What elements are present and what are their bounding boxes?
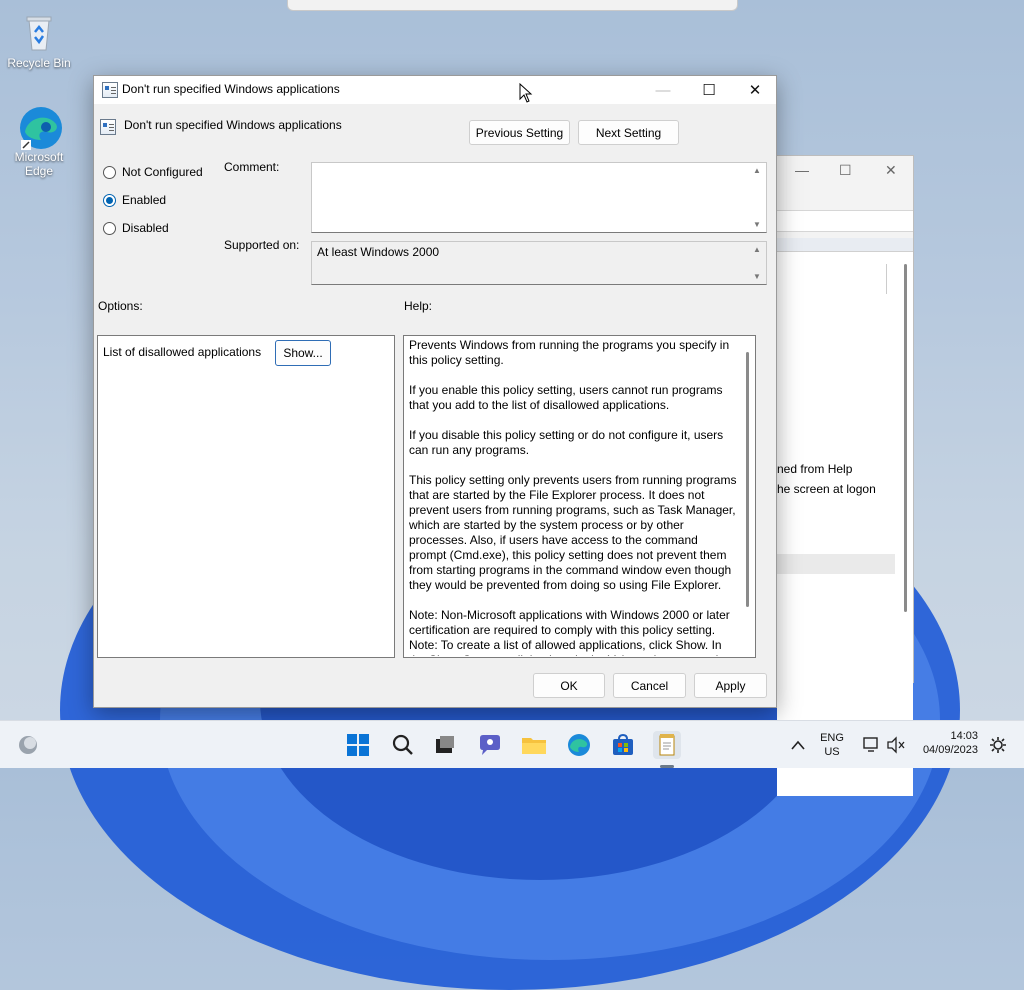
background-selected-row[interactable] bbox=[777, 554, 895, 574]
notification-settings-icon[interactable] bbox=[984, 731, 1012, 759]
help-paragraph: If you enable this policy setting, users… bbox=[409, 383, 723, 412]
scroll-down-icon[interactable]: ▼ bbox=[753, 220, 761, 229]
desktop-icon-recycle-bin[interactable]: Recycle Bin bbox=[4, 10, 74, 70]
apply-button[interactable]: Apply bbox=[694, 673, 767, 698]
recycle-bin-icon bbox=[17, 10, 61, 54]
store-icon[interactable] bbox=[609, 731, 637, 759]
background-minimize-button[interactable]: — bbox=[795, 162, 809, 178]
chevron-up-icon[interactable] bbox=[784, 731, 812, 759]
background-column-divider bbox=[886, 264, 887, 294]
desktop-icon-label: Recycle Bin bbox=[7, 56, 71, 70]
supported-on-label: Supported on: bbox=[224, 238, 300, 252]
background-editor-window[interactable]: — ☐ ✕ ned from Help he screen at logon bbox=[776, 155, 914, 796]
background-window-titlebar[interactable]: — ☐ ✕ bbox=[777, 156, 913, 186]
background-toolbar-strip bbox=[777, 210, 913, 232]
clock[interactable]: 14:03 04/09/2023 bbox=[910, 729, 978, 757]
scroll-up-icon[interactable]: ▲ bbox=[753, 245, 761, 254]
offscreen-window-edge bbox=[287, 0, 738, 11]
policy-icon bbox=[102, 82, 118, 98]
volume-muted-icon[interactable] bbox=[882, 731, 910, 759]
policy-dialog: Don't run specified Windows applications… bbox=[93, 75, 777, 708]
taskbar: ENG US 14:03 04/09/2023 bbox=[0, 720, 1024, 768]
chat-icon[interactable] bbox=[476, 731, 504, 759]
clock-date: 04/09/2023 bbox=[922, 744, 978, 756]
next-setting-button[interactable]: Next Setting bbox=[578, 120, 679, 145]
help-label: Help: bbox=[404, 299, 433, 313]
background-close-button[interactable]: ✕ bbox=[885, 162, 897, 179]
dialog-title: Don't run specified Windows applications bbox=[122, 82, 340, 96]
language-code: ENG bbox=[820, 732, 844, 744]
dialog-titlebar[interactable]: Don't run specified Windows applications… bbox=[94, 76, 776, 104]
help-paragraph: Prevents Windows from running the progra… bbox=[409, 338, 730, 367]
comment-textarea[interactable]: ▲ ▼ bbox=[311, 162, 767, 233]
radio-circle[interactable] bbox=[103, 165, 116, 179]
supported-on-value: At least Windows 2000 bbox=[317, 245, 440, 259]
file-explorer-icon[interactable] bbox=[520, 731, 548, 759]
ok-button[interactable]: OK bbox=[533, 673, 605, 698]
background-maximize-button[interactable]: ☐ bbox=[839, 162, 852, 179]
background-scrollbar[interactable] bbox=[904, 264, 907, 612]
scroll-up-icon[interactable]: ▲ bbox=[753, 166, 761, 175]
options-label: Options: bbox=[98, 299, 143, 313]
notepad-icon[interactable] bbox=[653, 731, 681, 759]
help-paragraph: Note: Non-Microsoft applications with Wi… bbox=[409, 608, 730, 656]
radio-circle[interactable] bbox=[103, 221, 116, 235]
radio-not-configured[interactable]: Not Configured bbox=[103, 165, 203, 179]
background-list-header bbox=[777, 238, 913, 252]
task-view-icon[interactable] bbox=[431, 731, 459, 759]
option-item-label: List of disallowed applications bbox=[103, 345, 262, 359]
help-paragraph: If you disable this policy setting or do… bbox=[409, 428, 724, 457]
comment-label: Comment: bbox=[224, 160, 280, 174]
previous-setting-button[interactable]: Previous Setting bbox=[469, 120, 570, 145]
edge-icon bbox=[17, 104, 62, 150]
options-panel: List of disallowed applications Show... bbox=[97, 335, 395, 658]
help-scrollbar[interactable] bbox=[746, 352, 749, 607]
start-icon[interactable] bbox=[344, 731, 372, 759]
setting-name: Don't run specified Windows applications bbox=[124, 118, 342, 132]
help-paragraph: This policy setting only prevents users … bbox=[409, 473, 737, 592]
radio-circle-selected[interactable] bbox=[103, 193, 116, 207]
background-content-pane[interactable] bbox=[777, 240, 913, 796]
show-button[interactable]: Show... bbox=[275, 340, 331, 366]
help-panel[interactable]: Prevents Windows from running the progra… bbox=[403, 335, 756, 658]
radio-label: Enabled bbox=[122, 193, 167, 207]
cancel-button[interactable]: Cancel bbox=[613, 673, 686, 698]
language-indicator[interactable]: ENG US bbox=[812, 731, 852, 759]
maximize-button[interactable]: ☐ bbox=[686, 76, 732, 104]
comment-value bbox=[312, 163, 766, 171]
radio-label: Disabled bbox=[122, 221, 169, 235]
background-list-text: ned from Help bbox=[777, 462, 853, 476]
close-button[interactable]: ✕ bbox=[732, 76, 778, 104]
edge-icon[interactable] bbox=[565, 731, 593, 759]
help-text: Prevents Windows from running the progra… bbox=[409, 338, 737, 656]
comment-scrollbar[interactable]: ▲ ▼ bbox=[750, 163, 766, 232]
radio-disabled[interactable]: Disabled bbox=[103, 221, 169, 235]
minimize-button[interactable]: — bbox=[640, 76, 686, 104]
radio-label: Not Configured bbox=[122, 165, 203, 179]
background-list-text: he screen at logon bbox=[777, 482, 876, 496]
desktop-icon-label: Microsoft Edge bbox=[14, 150, 64, 178]
setting-policy-icon bbox=[100, 119, 116, 135]
scroll-down-icon[interactable]: ▼ bbox=[753, 272, 761, 281]
desktop-icon-edge[interactable]: Microsoft Edge bbox=[4, 104, 74, 178]
keyboard-layout: US bbox=[824, 746, 840, 758]
search-icon[interactable] bbox=[389, 731, 417, 759]
mouse-cursor-icon bbox=[519, 82, 533, 106]
widgets-icon[interactable] bbox=[14, 731, 42, 759]
clock-time: 14:03 bbox=[950, 730, 978, 742]
radio-enabled[interactable]: Enabled bbox=[103, 193, 166, 207]
supported-on-field: At least Windows 2000 ▲ ▼ bbox=[311, 241, 767, 285]
supported-on-scrollbar[interactable]: ▲ ▼ bbox=[750, 242, 766, 284]
